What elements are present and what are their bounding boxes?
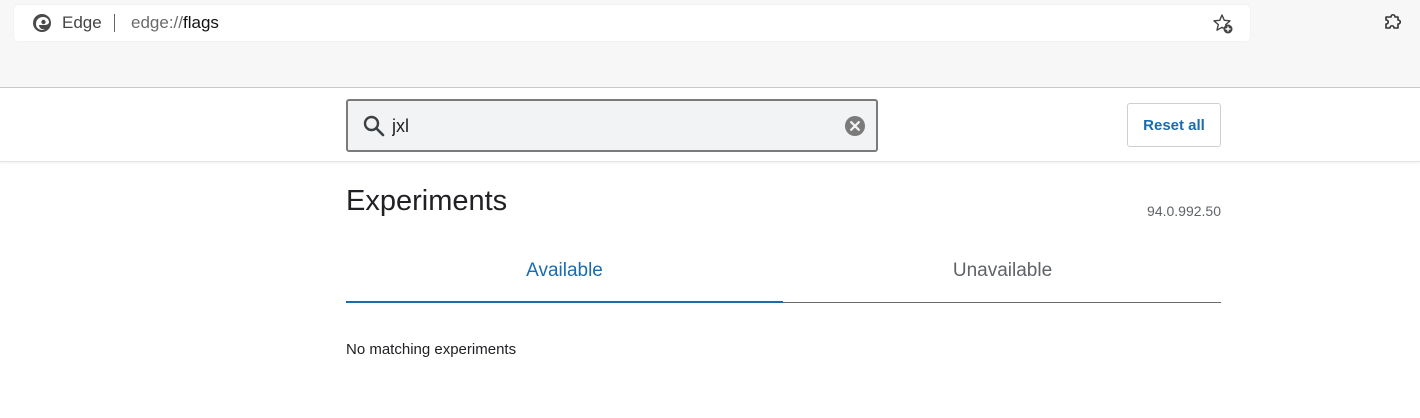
flags-header: Reset all xyxy=(0,89,1420,162)
tab-unavailable[interactable]: Unavailable xyxy=(784,248,1221,302)
clear-icon[interactable] xyxy=(844,115,866,137)
search-input[interactable] xyxy=(392,114,832,138)
search-icon xyxy=(363,115,385,137)
reset-all-button[interactable]: Reset all xyxy=(1127,103,1221,147)
empty-message: No matching experiments xyxy=(346,341,517,358)
tab-available[interactable]: Available xyxy=(346,248,783,303)
site-name: Edge xyxy=(62,13,102,32)
page-title: Experiments xyxy=(346,185,508,217)
url-scheme: edge:// xyxy=(131,13,183,32)
extensions-puzzle-icon[interactable] xyxy=(1382,12,1404,34)
edge-logo-icon xyxy=(33,14,51,32)
search-box[interactable] xyxy=(346,99,878,152)
add-favorite-icon[interactable] xyxy=(1212,13,1234,35)
url-path: flags xyxy=(183,13,219,32)
version-label: 94.0.992.50 xyxy=(1147,203,1221,219)
url-text[interactable]: edge://flags xyxy=(131,13,219,33)
address-bar[interactable]: Edge edge://flags xyxy=(14,5,1250,41)
address-separator xyxy=(114,14,115,32)
browser-chrome: Edge edge://flags xyxy=(0,0,1420,88)
tabs-bar: Available Unavailable xyxy=(346,248,1221,303)
